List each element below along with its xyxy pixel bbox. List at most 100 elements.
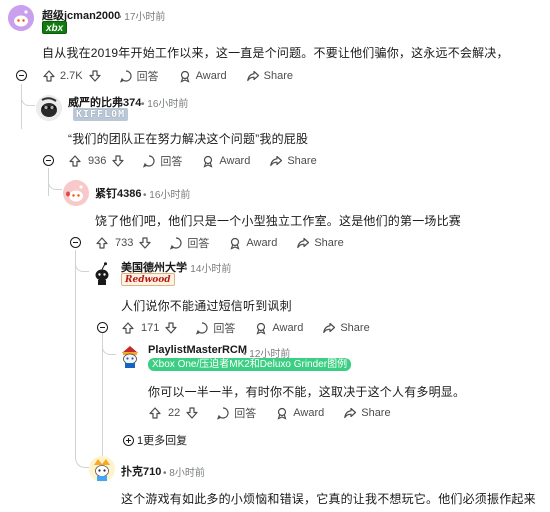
snoo-avatar-icon — [63, 180, 89, 206]
timestamp: • 16小时前 — [143, 190, 191, 201]
award-icon — [256, 322, 266, 335]
username[interactable]: 扑克710 — [121, 463, 161, 479]
award-button[interactable]: Award — [275, 406, 324, 420]
share-button[interactable]: Share — [322, 321, 370, 335]
award-button[interactable]: Award — [228, 236, 277, 250]
comment-actions: 171 回答 Award Share — [121, 319, 370, 337]
reply-label: 回答 — [187, 238, 210, 250]
comment-body: 饶了他们吧，他们只是一个小型独立工作室。这是他们的第一场比赛 — [95, 214, 462, 228]
user-flair: xbx — [42, 21, 68, 34]
upvote-button[interactable] — [95, 236, 109, 250]
share-arrow-icon — [344, 407, 357, 419]
share-button[interactable]: Share — [269, 154, 317, 168]
upvote-button[interactable] — [42, 69, 56, 83]
thread-elbow — [48, 168, 62, 190]
award-label: Award — [293, 407, 325, 419]
collapse-thread-button[interactable] — [16, 70, 27, 81]
snoo-avatar-icon — [117, 343, 143, 369]
upvote-button[interactable] — [121, 321, 135, 335]
snoo-avatar-icon — [8, 5, 34, 31]
downvote-button[interactable] — [111, 154, 125, 168]
share-label: Share — [314, 237, 344, 249]
downvote-button[interactable] — [88, 69, 102, 83]
reply-bubble-icon — [119, 70, 132, 83]
avatar[interactable] — [89, 456, 115, 482]
award-button[interactable]: Award — [178, 69, 227, 83]
share-button[interactable]: Share — [343, 406, 391, 420]
avatar[interactable] — [117, 343, 143, 369]
collapse-thread-button[interactable] — [70, 237, 81, 248]
comment-body: 自从我在2019年开始工作以来，这一直是个问题。不要让他们骗你，这永远不会解决， — [42, 46, 509, 60]
comment-actions: 733 回答 Award Share — [95, 234, 344, 252]
avatar[interactable] — [63, 180, 89, 206]
award-label: Award — [195, 70, 227, 82]
vote-count: 171 — [141, 322, 160, 334]
avatar[interactable] — [89, 260, 115, 286]
snoo-avatar-icon — [36, 95, 62, 121]
comment-body: 你可以一半一半，有时你不能，这取决于这个人有多明显。 — [148, 385, 466, 399]
reply-label: 回答 — [213, 323, 236, 335]
reply-bubble-icon — [170, 237, 182, 250]
reply-button[interactable]: 回答 — [195, 320, 235, 336]
award-icon — [277, 407, 287, 420]
timestamp: • 17小时前 — [118, 12, 166, 23]
award-label: Award — [246, 237, 278, 249]
collapse-thread-button[interactable] — [97, 322, 108, 333]
reply-button[interactable]: 回答 — [169, 235, 209, 251]
downvote-arrow-icon — [186, 407, 198, 419]
share-button[interactable]: Share — [296, 236, 344, 250]
comment-actions: 2.7K 回答 Award Share — [42, 67, 293, 85]
share-arrow-icon — [323, 322, 336, 334]
share-label: Share — [287, 155, 317, 167]
vote-count: 733 — [115, 237, 134, 249]
downvote-button[interactable] — [164, 321, 178, 335]
share-label: Share — [340, 322, 370, 334]
share-button[interactable]: Share — [246, 69, 293, 83]
award-label: Award — [219, 155, 251, 167]
user-flair: KIFFL0M — [73, 108, 129, 121]
share-arrow-icon — [297, 237, 310, 249]
collapse-thread-button[interactable] — [43, 155, 54, 166]
reply-label: 回答 — [234, 408, 257, 420]
more-replies-link[interactable]: 1更多回复 — [123, 432, 187, 448]
award-icon — [230, 237, 240, 250]
comment-actions: 936 回答 Award Share — [68, 152, 317, 170]
avatar[interactable] — [8, 5, 34, 31]
upvote-button[interactable] — [68, 154, 82, 168]
downvote-arrow-icon — [165, 322, 177, 334]
award-button[interactable]: Award — [201, 154, 250, 168]
upvote-arrow-icon — [96, 237, 108, 249]
username[interactable]: 紧钉4386 — [95, 185, 141, 201]
timestamp: • 8小时前 — [163, 468, 205, 479]
downvote-button[interactable] — [185, 406, 199, 420]
share-arrow-icon — [246, 70, 259, 82]
share-label: Share — [263, 70, 293, 82]
comment-actions: 22 回答 Award Share — [148, 404, 391, 422]
vote-count: 936 — [88, 155, 107, 167]
share-arrow-icon — [270, 155, 283, 167]
reply-button[interactable]: 回答 — [216, 405, 256, 421]
upvote-arrow-icon — [69, 155, 81, 167]
reply-bubble-icon — [196, 322, 208, 335]
upvote-button[interactable] — [148, 406, 162, 420]
award-icon — [180, 70, 190, 83]
reply-label: 回答 — [136, 71, 159, 83]
award-label: Award — [272, 322, 304, 334]
share-label: Share — [361, 407, 391, 419]
reply-bubble-icon — [143, 155, 155, 168]
award-button[interactable]: Award — [254, 321, 303, 335]
downvote-button[interactable] — [138, 236, 152, 250]
username[interactable]: PlaylistMasterRCM — [148, 344, 247, 356]
thread-line — [102, 333, 103, 468]
vote-count: 22 — [168, 407, 181, 419]
downvote-arrow-icon — [112, 155, 124, 167]
reply-button[interactable]: 回答 — [142, 153, 182, 169]
reply-label: 回答 — [160, 156, 183, 168]
upvote-arrow-icon — [149, 407, 161, 419]
downvote-arrow-icon — [89, 70, 101, 82]
avatar[interactable] — [36, 95, 62, 121]
reply-button[interactable]: 回答 — [119, 68, 159, 84]
thread-elbow — [21, 84, 35, 106]
award-icon — [203, 155, 213, 168]
timestamp: • 14小时前 — [184, 264, 232, 275]
